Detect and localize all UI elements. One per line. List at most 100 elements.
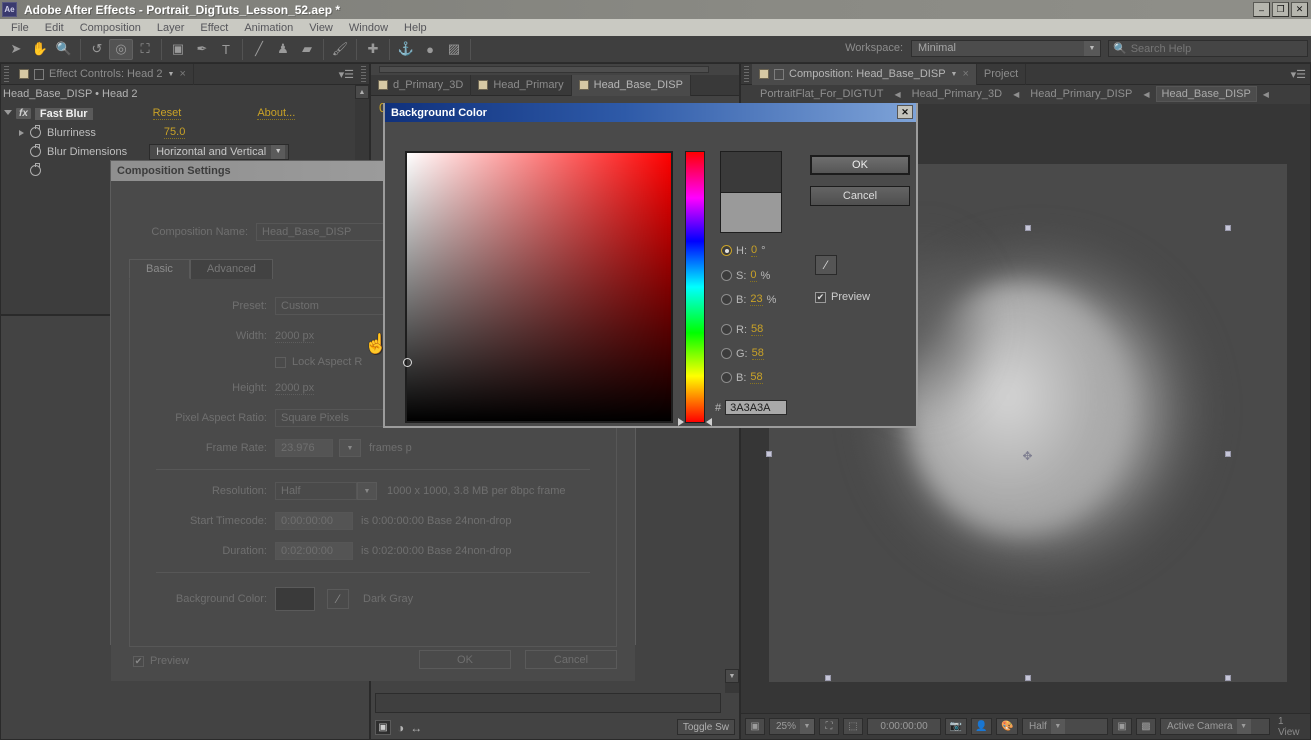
about-link[interactable]: About... (257, 107, 296, 120)
always-preview-icon[interactable]: ▣ (745, 718, 765, 735)
property-row-blurriness[interactable]: Blurriness 75.0 (1, 123, 369, 142)
start-timecode-input[interactable]: 0:00:00:00 (275, 512, 353, 530)
menu-item-edit[interactable]: Edit (37, 21, 72, 35)
radio-b[interactable] (721, 294, 732, 305)
scroll-down-icon[interactable]: ▼ (725, 669, 739, 683)
panel-grip-right-icon[interactable] (361, 66, 366, 82)
search-help-input[interactable]: 🔍 Search Help (1108, 40, 1308, 57)
current-color-swatch[interactable] (720, 192, 782, 233)
saturation-brightness-field[interactable] (403, 151, 673, 423)
zoom-tool-icon[interactable]: 🔍 (52, 39, 76, 60)
tab-advanced[interactable]: Advanced (189, 259, 273, 279)
scroll-up-icon[interactable]: ▲ (355, 85, 369, 99)
panel-grip-icon[interactable] (4, 66, 9, 82)
selection-handle[interactable] (1225, 675, 1231, 681)
center-tab-head-primary[interactable]: Head_Primary (471, 74, 572, 96)
channel-row-g[interactable]: G: 58 (721, 347, 764, 360)
menu-item-effect[interactable]: Effect (192, 21, 236, 35)
in-out-panel-icon[interactable]: ↔ (410, 721, 422, 735)
color-field-marker[interactable] (403, 358, 412, 367)
channel-value-h[interactable]: 0 (751, 244, 758, 257)
mask-visibility-icon[interactable]: ▣ (1112, 718, 1133, 735)
channel-value-g[interactable]: 58 (751, 347, 764, 360)
eyedropper-icon[interactable]: ⁄ (327, 589, 349, 609)
orbit-camera-tool-icon[interactable]: ◎ (109, 38, 133, 60)
menu-item-layer[interactable]: Layer (149, 21, 193, 35)
anchor-point-icon[interactable]: ✥ (1021, 449, 1034, 463)
menu-item-file[interactable]: File (3, 21, 37, 35)
close-icon[interactable]: × (179, 68, 185, 80)
channel-value-b[interactable]: 23 (750, 293, 763, 306)
stopwatch-icon[interactable] (30, 125, 41, 138)
region-of-interest-icon[interactable]: ⛶ (819, 718, 840, 735)
hue-slider[interactable] (685, 151, 705, 423)
selection-handle[interactable] (825, 675, 831, 681)
tab-effect-controls[interactable]: Effect Controls: Head 2 ▼ × (12, 63, 194, 85)
hex-input[interactable]: 3A3A3A (725, 400, 788, 415)
menu-item-composition[interactable]: Composition (72, 21, 149, 35)
property-value[interactable]: 75.0 (163, 126, 186, 139)
clone-stamp-tool-icon[interactable]: ♟ (271, 39, 295, 60)
restore-button[interactable]: ❐ (1272, 2, 1289, 17)
chevron-down-icon[interactable]: ▼ (168, 71, 175, 78)
horizontal-scrollbar[interactable] (379, 66, 709, 73)
disclosure-triangle-icon[interactable] (19, 129, 24, 136)
channel-icon[interactable]: 🎨 (996, 718, 1019, 735)
selection-handle[interactable] (766, 451, 772, 457)
property-row-blur-dimensions[interactable]: Blur Dimensions Horizontal and Vertical … (1, 142, 369, 161)
comp-tab-composition-head-base-disp[interactable]: Composition: Head_Base_DISP ▼ × (752, 63, 977, 85)
tab-basic[interactable]: Basic (129, 259, 190, 279)
channel-value-s[interactable]: 0 (750, 269, 757, 282)
roto-brush-tool-icon[interactable]: 🖌 (328, 39, 352, 60)
current-time-display[interactable]: 0:00:00:00 (867, 718, 942, 735)
menu-item-help[interactable]: Help (396, 21, 435, 35)
radio-b2[interactable] (721, 372, 732, 383)
duration-input[interactable]: 0:02:00:00 (275, 542, 353, 560)
radio-s[interactable] (721, 270, 732, 281)
breadcrumb-item-head-primary-disp[interactable]: Head_Primary_DISP (1025, 87, 1137, 101)
panel-menu-icon[interactable]: ▾☰ (1291, 68, 1306, 81)
channel-row-s[interactable]: S: 0 % (721, 269, 770, 282)
grid-guides-icon[interactable]: ⬚ (843, 718, 864, 735)
magnification-select[interactable]: 25% ▼ (769, 718, 816, 735)
composition-settings-preview[interactable]: ✔ Preview (133, 655, 189, 667)
channel-row-r[interactable]: R: 58 (721, 323, 764, 336)
background-color-swatch[interactable] (275, 587, 315, 611)
resolution-select[interactable]: Half (275, 482, 357, 500)
selection-handle[interactable] (1225, 451, 1231, 457)
views-value[interactable]: 1 View (1274, 716, 1310, 738)
stopwatch-icon[interactable] (30, 144, 41, 157)
close-button[interactable]: ✕ (1291, 2, 1308, 17)
transparency-grid-icon[interactable]: ▩ (1136, 718, 1157, 735)
chevron-down-icon[interactable]: ▼ (339, 439, 361, 457)
width-input[interactable]: 2000 px (275, 330, 315, 343)
hand-tool-icon[interactable]: ✋ (28, 39, 52, 60)
breadcrumb-item-head-primary-3d[interactable]: Head_Primary_3D (907, 87, 1007, 101)
blur-dimensions-select[interactable]: Horizontal and Vertical ▼ (149, 143, 290, 160)
lock-aspect-checkbox[interactable] (275, 356, 286, 368)
snapshot-icon[interactable]: 📷 (945, 718, 967, 735)
channel-row-b[interactable]: B: 23 % (721, 293, 776, 306)
channel-row-h[interactable]: H: 0 ° (721, 244, 766, 257)
anchor-point-tool-icon[interactable]: ⚓ (394, 39, 418, 60)
radio-g[interactable] (721, 348, 732, 359)
panel-menu-icon[interactable]: ▾☰ (339, 68, 354, 81)
toggle-switches-button[interactable]: Toggle Sw (676, 719, 735, 735)
lock-icon[interactable] (34, 68, 44, 80)
panel-grip-icon[interactable] (744, 66, 749, 82)
close-icon[interactable]: ✕ (897, 105, 913, 119)
preview-checkbox[interactable]: ✔ (815, 291, 826, 303)
composition-settings-cancel-button[interactable]: Cancel (525, 650, 617, 669)
puppet-pin-tool-icon[interactable]: ✚ (361, 39, 385, 60)
channel-value-b2[interactable]: 58 (750, 371, 763, 384)
menu-item-view[interactable]: View (301, 21, 341, 35)
reset-link[interactable]: Reset (152, 107, 182, 120)
composition-settings-ok-button[interactable]: OK (419, 650, 511, 669)
radio-h[interactable] (721, 245, 732, 256)
rotation-tool-icon[interactable]: ↺ (85, 39, 109, 60)
selection-handle[interactable] (1025, 675, 1031, 681)
mask-tool-icon[interactable]: ● (418, 39, 442, 60)
breadcrumb-item-head-base-disp[interactable]: Head_Base_DISP (1155, 86, 1257, 102)
show-snapshot-icon[interactable]: 👤 (970, 718, 993, 735)
workspace-select[interactable]: Minimal ▼ (911, 40, 1101, 57)
